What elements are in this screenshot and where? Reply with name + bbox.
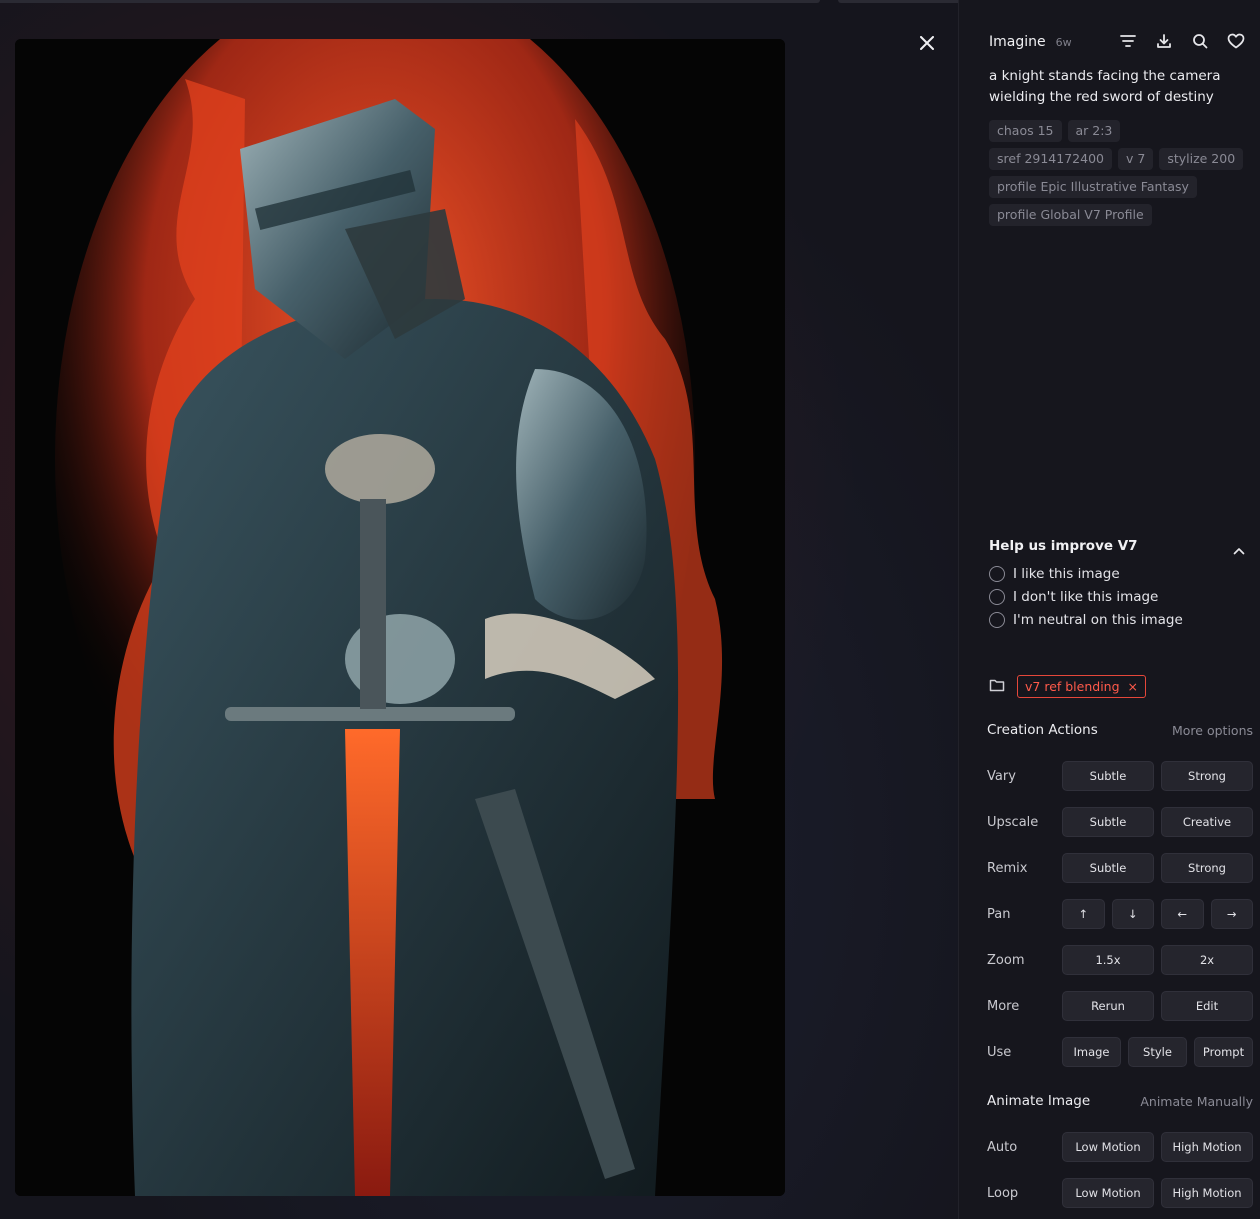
radio-button[interactable] — [989, 612, 1005, 628]
vary-strong-button[interactable]: Strong — [1161, 761, 1253, 791]
folder-tag-label: v7 ref blending — [1025, 679, 1120, 694]
row-label: Zoom — [987, 952, 1025, 968]
survey-option-like[interactable]: I like this image — [989, 566, 1251, 582]
panel-header: Imagine 6w — [989, 34, 1072, 50]
download-icon[interactable] — [1155, 32, 1173, 50]
prompt-text[interactable]: a knight stands facing the camera wieldi… — [989, 66, 1239, 108]
folder-tag[interactable]: v7 ref blending × — [1017, 675, 1147, 698]
close-icon — [920, 36, 934, 50]
row-label: Loop — [987, 1185, 1019, 1201]
more-row: More Rerun Edit — [987, 991, 1253, 1021]
header-actions — [1119, 32, 1245, 50]
use-image-button[interactable]: Image — [1062, 1037, 1121, 1067]
upscale-subtle-button[interactable]: Subtle — [1062, 807, 1154, 837]
pan-up-button[interactable]: ↑ — [1062, 899, 1105, 929]
rerun-button[interactable]: Rerun — [1062, 991, 1154, 1021]
option-label: I'm neutral on this image — [1013, 612, 1183, 628]
loop-high-motion-button[interactable]: High Motion — [1161, 1178, 1253, 1208]
section-title: Creation Actions — [987, 722, 1098, 738]
param-chip[interactable]: chaos 15 — [989, 120, 1062, 142]
row-label: Use — [987, 1044, 1012, 1060]
remix-strong-button[interactable]: Strong — [1161, 853, 1253, 883]
param-chip[interactable]: profile Global V7 Profile — [989, 204, 1152, 226]
chevron-up-icon — [1233, 548, 1245, 555]
loop-row: Loop Low Motion High Motion — [987, 1178, 1253, 1208]
remix-row: Remix Subtle Strong — [987, 853, 1253, 883]
close-button[interactable] — [914, 30, 940, 56]
folder-row: v7 ref blending × — [989, 675, 1147, 698]
more-options-link[interactable]: More options — [1172, 723, 1253, 738]
upscale-creative-button[interactable]: Creative — [1161, 807, 1253, 837]
heart-icon[interactable] — [1227, 32, 1245, 50]
pan-down-button[interactable]: ↓ — [1111, 899, 1154, 929]
creation-actions-header: Creation Actions More options — [987, 722, 1253, 738]
radio-button[interactable] — [989, 566, 1005, 582]
row-label: Remix — [987, 860, 1028, 876]
edit-button[interactable]: Edit — [1161, 991, 1253, 1021]
param-chip[interactable]: ar 2:3 — [1067, 120, 1121, 142]
zoom-1-5x-button[interactable]: 1.5x — [1062, 945, 1154, 975]
row-label: Upscale — [987, 814, 1039, 830]
radio-button[interactable] — [989, 589, 1005, 605]
zoom-2x-button[interactable]: 2x — [1161, 945, 1253, 975]
auto-low-motion-button[interactable]: Low Motion — [1062, 1132, 1154, 1162]
param-chip[interactable]: profile Epic Illustrative Fantasy — [989, 176, 1197, 198]
pan-row: Pan ↑ ↓ ← → — [987, 899, 1253, 929]
param-chip[interactable]: stylize 200 — [1159, 148, 1244, 170]
vary-subtle-button[interactable]: Subtle — [1062, 761, 1154, 791]
filter-lines-icon[interactable] — [1119, 32, 1137, 50]
folder-icon[interactable] — [989, 677, 1005, 696]
survey-option-neutral[interactable]: I'm neutral on this image — [989, 612, 1251, 628]
auto-high-motion-button[interactable]: High Motion — [1161, 1132, 1253, 1162]
upscale-row: Upscale Subtle Creative — [987, 807, 1253, 837]
row-label: Auto — [987, 1139, 1018, 1155]
zoom-row: Zoom 1.5x 2x — [987, 945, 1253, 975]
search-icon[interactable] — [1191, 32, 1209, 50]
use-style-button[interactable]: Style — [1128, 1037, 1187, 1067]
auto-row: Auto Low Motion High Motion — [987, 1132, 1253, 1162]
option-label: I like this image — [1013, 566, 1120, 582]
section-title: Animate Image — [987, 1093, 1091, 1109]
parameter-chips: chaos 15 ar 2:3 sref 2914172400 v 7 styl… — [989, 120, 1249, 226]
use-prompt-button[interactable]: Prompt — [1194, 1037, 1253, 1067]
survey-option-dislike[interactable]: I don't like this image — [989, 589, 1251, 605]
image-age: 6w — [1055, 36, 1072, 49]
generated-image[interactable] — [15, 39, 785, 1196]
param-chip[interactable]: v 7 — [1117, 148, 1154, 170]
use-row: Use Image Style Prompt — [987, 1037, 1253, 1067]
row-label: More — [987, 998, 1020, 1014]
pan-left-button[interactable]: ← — [1161, 899, 1204, 929]
top-edge — [0, 0, 820, 3]
remove-tag-icon[interactable]: × — [1128, 679, 1138, 694]
animate-manually-link[interactable]: Animate Manually — [1140, 1094, 1253, 1109]
remix-subtle-button[interactable]: Subtle — [1062, 853, 1154, 883]
animate-image-header: Animate Image Animate Manually — [987, 1093, 1253, 1109]
details-panel: Imagine 6w a knight stands facing the ca… — [958, 0, 1260, 1219]
option-label: I don't like this image — [1013, 589, 1159, 605]
pan-right-button[interactable]: → — [1210, 899, 1253, 929]
param-chip[interactable]: sref 2914172400 — [989, 148, 1112, 170]
row-label: Vary — [987, 768, 1016, 784]
knight-artwork-illustration — [15, 39, 785, 1196]
vary-row: Vary Subtle Strong — [987, 761, 1253, 791]
page-title: Imagine — [989, 34, 1046, 50]
survey-title: Help us improve V7 — [989, 538, 1138, 554]
loop-low-motion-button[interactable]: Low Motion — [1062, 1178, 1154, 1208]
feedback-survey: Help us improve V7 I like this image I d… — [989, 538, 1251, 628]
row-label: Pan — [987, 906, 1011, 922]
collapse-button[interactable] — [1233, 540, 1245, 559]
